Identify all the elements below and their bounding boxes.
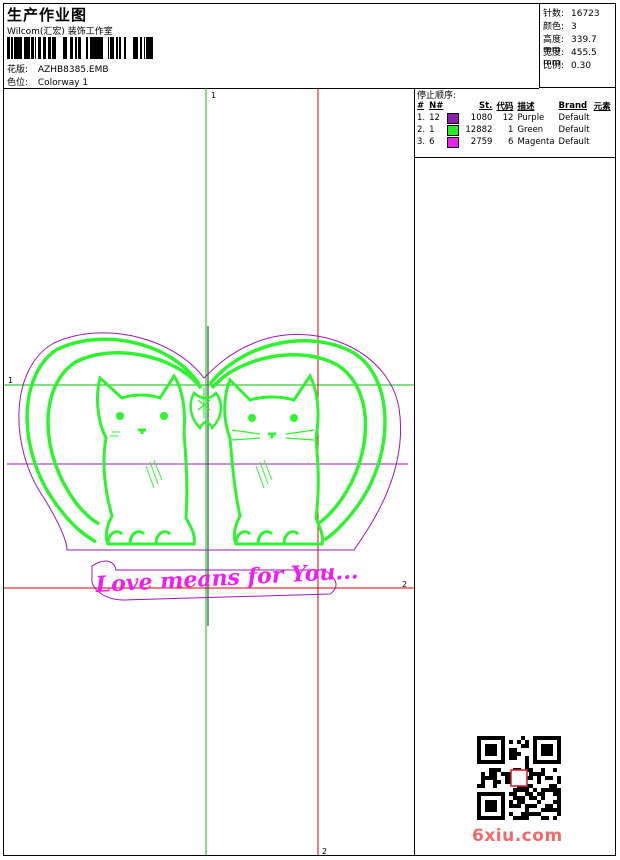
row-index: 3. bbox=[417, 137, 426, 147]
design-file-label: 花版: bbox=[7, 65, 29, 75]
stop-sequence-panel: 停止顺序: # N# St. 代码 描述 Brand 元素 1. 12 1080… bbox=[415, 88, 615, 158]
col-swatch-header bbox=[446, 100, 464, 112]
col-needle-header: N# bbox=[429, 101, 444, 111]
colorway-label: 色位: bbox=[7, 78, 29, 88]
color-swatch bbox=[447, 136, 460, 148]
table-header-row: # N# St. 代码 描述 Brand 元素 bbox=[416, 100, 614, 112]
heart-outline-purple bbox=[18, 332, 401, 551]
stop-sequence-table: # N# St. 代码 描述 Brand 元素 1. 12 1080 12 Pu… bbox=[416, 100, 614, 148]
guide-label-v2: 2 bbox=[322, 847, 327, 855]
guide-label-h2: 2 bbox=[402, 580, 407, 589]
row-swatch bbox=[446, 136, 464, 148]
row-description: Purple bbox=[517, 113, 545, 123]
table-row: 2. 1 12882 1 Green Default bbox=[416, 124, 614, 136]
spec-label: 比例: bbox=[543, 61, 565, 71]
row-code: 12 bbox=[502, 113, 514, 123]
row-code: 6 bbox=[508, 137, 514, 147]
row-element bbox=[593, 112, 614, 124]
qr-code bbox=[477, 736, 561, 820]
row-swatch bbox=[446, 124, 464, 136]
row-stitches: 1080 bbox=[470, 113, 493, 123]
col-code-header: 代码 bbox=[496, 102, 514, 112]
spec-label: 颜色: bbox=[543, 22, 565, 32]
spec-label: 针数: bbox=[543, 9, 565, 19]
barcode bbox=[7, 37, 153, 59]
header-panel: 生产作业图 Wilcom(汇宏) 装饰工作室 花版: AZHB8385.EMB … bbox=[4, 4, 539, 89]
spec-stitches: 针数: 16723 bbox=[543, 6, 600, 19]
spec-value: 3 bbox=[571, 22, 577, 32]
row-needle: 6 bbox=[429, 137, 435, 147]
design-file-value: AZHB8385.EMB bbox=[37, 65, 109, 75]
row-index: 2. bbox=[417, 125, 426, 135]
col-brand-header: Brand bbox=[558, 101, 588, 111]
row-needle: 1 bbox=[429, 125, 435, 135]
col-stitches-header: St. bbox=[479, 101, 493, 111]
table-row: 1. 12 1080 12 Purple Default bbox=[416, 112, 614, 124]
design-drawing: 1 1 2 2 Love means for You... bbox=[4, 88, 414, 855]
color-swatch bbox=[447, 112, 460, 124]
row-stitches: 12882 bbox=[465, 125, 493, 135]
row-code: 1 bbox=[508, 125, 514, 135]
spec-value: 16723 bbox=[571, 9, 600, 19]
spec-panel: 针数: 16723 颜色: 3 高度: 339.7 mm 宽度: 455.5 mm 比例… bbox=[539, 4, 615, 88]
row-brand: Default bbox=[558, 125, 590, 135]
spec-scale: 比例: 0.30 bbox=[543, 58, 591, 71]
table-row: 3. 6 2759 6 Magenta Default bbox=[416, 136, 614, 148]
design-file-row: 花版: AZHB8385.EMB bbox=[7, 62, 109, 75]
col-index-header: # bbox=[417, 101, 425, 111]
colorway-row: 色位: Colorway 1 bbox=[7, 75, 88, 88]
col-element-header: 元素 bbox=[593, 102, 611, 112]
guide-label-h1: 1 bbox=[8, 376, 13, 385]
row-element bbox=[593, 136, 614, 148]
production-sheet: 生产作业图 Wilcom(汇宏) 装饰工作室 花版: AZHB8385.EMB … bbox=[3, 3, 616, 856]
site-watermark: 6xiu.com bbox=[472, 826, 563, 846]
col-description-header: 描述 bbox=[517, 102, 535, 112]
sheet-title: 生产作业图 bbox=[7, 6, 88, 24]
colorway-value: Colorway 1 bbox=[37, 78, 89, 88]
spec-value: 0.30 bbox=[571, 61, 592, 71]
row-stitches: 2759 bbox=[470, 137, 493, 147]
spec-label: 高度: bbox=[543, 35, 565, 45]
design-canvas: 1 1 2 2 Love means for You... bbox=[4, 88, 415, 855]
row-description: Green bbox=[517, 125, 544, 135]
color-swatch bbox=[447, 124, 460, 136]
cat-right bbox=[223, 373, 324, 546]
row-needle: 12 bbox=[429, 113, 440, 123]
row-description: Magenta bbox=[517, 137, 555, 147]
spec-colors: 颜色: 3 bbox=[543, 19, 577, 32]
row-element bbox=[593, 124, 614, 136]
guide-label-v1: 1 bbox=[211, 91, 216, 100]
row-brand: Default bbox=[558, 113, 590, 123]
row-index: 1. bbox=[417, 113, 426, 123]
cat-left bbox=[96, 373, 196, 546]
studio-name: Wilcom(汇宏) 装饰工作室 bbox=[7, 27, 113, 37]
spec-label: 宽度: bbox=[543, 48, 565, 58]
design-script-text: Love means for You... bbox=[94, 558, 359, 598]
row-brand: Default bbox=[558, 137, 590, 147]
row-swatch bbox=[446, 112, 464, 124]
